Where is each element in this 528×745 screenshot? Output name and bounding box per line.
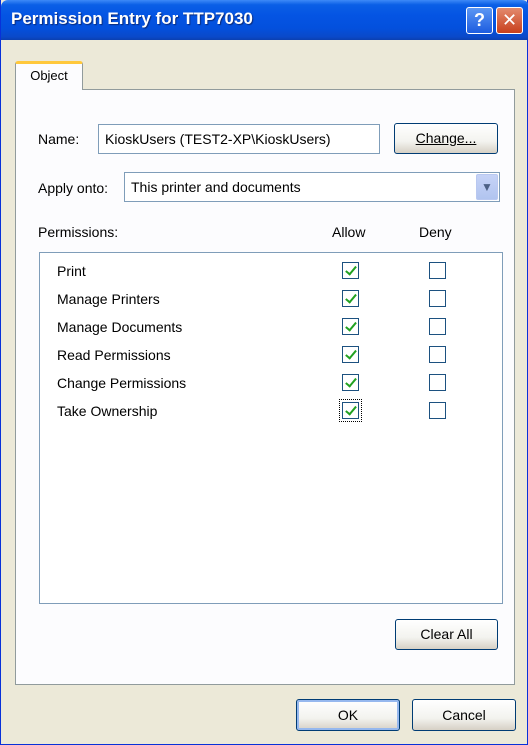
deny-checkbox-manage-documents[interactable] xyxy=(429,318,446,335)
permission-row-change-permissions: Change Permissions xyxy=(40,371,502,399)
apply-onto-label: Apply onto: xyxy=(38,180,109,196)
close-button[interactable]: ✕ xyxy=(496,7,523,34)
permission-name: Read Permissions xyxy=(57,347,171,363)
permission-row-take-ownership: Take Ownership xyxy=(40,399,502,427)
permission-row-read-permissions: Read Permissions xyxy=(40,343,502,371)
permission-name: Print xyxy=(57,263,86,279)
help-button[interactable]: ? xyxy=(466,7,493,34)
change-button[interactable]: Change... xyxy=(394,123,498,154)
deny-checkbox-take-ownership[interactable] xyxy=(429,402,446,419)
permission-name: Manage Documents xyxy=(57,319,183,335)
permission-row-manage-printers: Manage Printers xyxy=(40,287,502,315)
chevron-down-icon[interactable]: ▼ xyxy=(476,174,498,200)
deny-column-header: Deny xyxy=(419,224,452,240)
allow-checkbox-manage-documents[interactable] xyxy=(342,318,359,335)
deny-checkbox-print[interactable] xyxy=(429,262,446,279)
allow-column-header: Allow xyxy=(332,224,366,240)
permission-row-print: Print xyxy=(40,259,502,287)
tab-object[interactable]: Object xyxy=(15,61,83,90)
title-bar[interactable]: Permission Entry for TTP7030 ? ✕ xyxy=(1,0,528,40)
allow-checkbox-change-permissions[interactable] xyxy=(342,374,359,391)
allow-checkbox-read-permissions[interactable] xyxy=(342,346,359,363)
allow-checkbox-print[interactable] xyxy=(342,262,359,279)
permissions-list[interactable]: Print Manage Printers Manage Documents R… xyxy=(39,252,503,604)
allow-checkbox-take-ownership[interactable] xyxy=(342,402,359,419)
permission-name: Take Ownership xyxy=(57,403,158,419)
name-label: Name: xyxy=(38,131,80,147)
deny-checkbox-manage-printers[interactable] xyxy=(429,290,446,307)
apply-onto-select[interactable]: This printer and documents ▼ xyxy=(124,172,500,202)
permissions-label: Permissions: xyxy=(38,224,119,240)
allow-checkbox-manage-printers[interactable] xyxy=(342,290,359,307)
permission-name: Manage Printers xyxy=(57,291,160,307)
permission-row-manage-documents: Manage Documents xyxy=(40,315,502,343)
ok-button[interactable]: OK xyxy=(296,699,400,731)
permission-entry-dialog: Permission Entry for TTP7030 ? ✕ Object … xyxy=(0,0,528,745)
window-title: Permission Entry for TTP7030 xyxy=(11,9,253,28)
deny-checkbox-read-permissions[interactable] xyxy=(429,346,446,363)
name-field[interactable]: KioskUsers (TEST2-XP\KioskUsers) xyxy=(98,124,380,154)
permission-name: Change Permissions xyxy=(57,375,187,391)
clear-all-button[interactable]: Clear All xyxy=(395,619,498,650)
cancel-button[interactable]: Cancel xyxy=(412,699,516,731)
apply-onto-value: This printer and documents xyxy=(131,179,301,195)
deny-checkbox-change-permissions[interactable] xyxy=(429,374,446,391)
